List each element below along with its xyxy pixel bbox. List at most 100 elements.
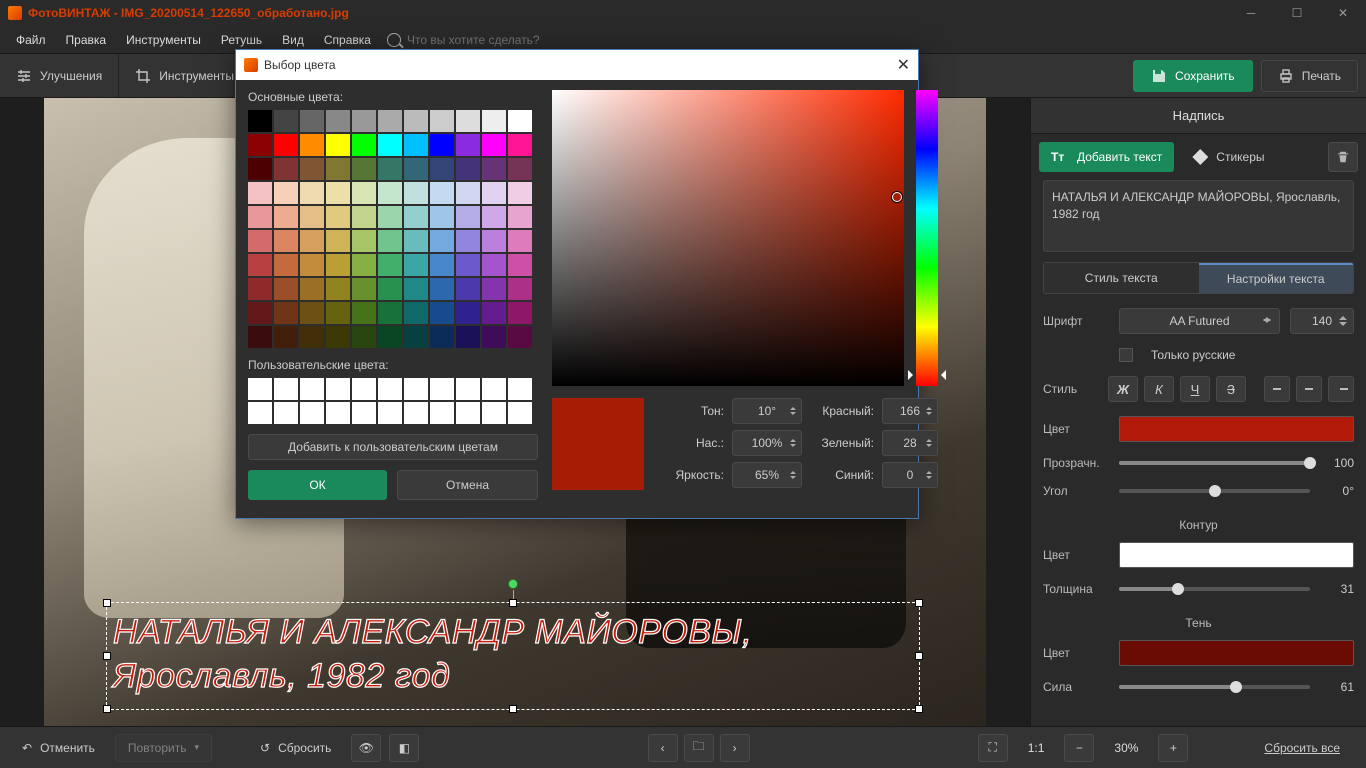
zoom-in[interactable]: + (1158, 734, 1188, 762)
custom-color-slot[interactable] (508, 378, 532, 400)
angle-slider[interactable] (1119, 489, 1310, 493)
color-swatch[interactable] (326, 278, 350, 300)
resize-handle[interactable] (915, 652, 923, 660)
color-swatch[interactable] (248, 326, 272, 348)
prev-image[interactable]: ‹ (648, 734, 678, 762)
window-maximize[interactable]: ☐ (1274, 0, 1320, 26)
color-swatch[interactable] (352, 110, 376, 132)
custom-color-slot[interactable] (352, 378, 376, 400)
color-swatch[interactable] (482, 302, 506, 324)
color-swatch[interactable] (430, 230, 454, 252)
resize-handle[interactable] (509, 599, 517, 607)
color-swatch[interactable] (508, 206, 532, 228)
color-swatch[interactable] (508, 326, 532, 348)
color-swatch[interactable] (482, 206, 506, 228)
caption-text[interactable]: НАТАЛЬЯ И АЛЕКСАНДР МАЙОРОВЫ,Ярославль, … (107, 603, 919, 698)
color-swatch[interactable] (352, 206, 376, 228)
color-swatch[interactable] (326, 206, 350, 228)
sat-input[interactable]: 100% (732, 430, 802, 456)
color-swatch[interactable] (248, 230, 272, 252)
custom-color-slot[interactable] (300, 378, 324, 400)
color-swatch[interactable] (404, 278, 428, 300)
text-input[interactable]: НАТАЛЬЯ И АЛЕКСАНДР МАЙОРОВЫ, Ярославль,… (1043, 180, 1354, 252)
color-swatch[interactable] (248, 254, 272, 276)
rotate-handle[interactable] (508, 579, 518, 589)
color-swatch[interactable] (508, 134, 532, 156)
resize-handle[interactable] (103, 599, 111, 607)
reset-button[interactable]: ↺Сбросить (248, 734, 343, 762)
color-swatch[interactable] (274, 182, 298, 204)
text-bounding-box[interactable]: НАТАЛЬЯ И АЛЕКСАНДР МАЙОРОВЫ,Ярославль, … (106, 602, 920, 710)
color-swatch[interactable] (300, 326, 324, 348)
next-image[interactable]: › (720, 734, 750, 762)
color-swatch[interactable] (508, 302, 532, 324)
cancel-button[interactable]: Отмена (397, 470, 538, 500)
menu-edit[interactable]: Правка (56, 29, 117, 51)
custom-color-slot[interactable] (352, 402, 376, 424)
color-swatch[interactable] (300, 110, 324, 132)
color-swatch[interactable] (404, 326, 428, 348)
custom-color-slot[interactable] (274, 378, 298, 400)
color-swatch[interactable] (430, 254, 454, 276)
color-swatch[interactable] (430, 182, 454, 204)
window-close[interactable]: ✕ (1320, 0, 1366, 26)
zoom-100[interactable]: 1:1 (1016, 734, 1057, 762)
resize-handle[interactable] (915, 705, 923, 713)
custom-color-slot[interactable] (300, 402, 324, 424)
color-swatch[interactable] (482, 158, 506, 180)
color-swatch[interactable] (378, 158, 402, 180)
menu-file[interactable]: Файл (6, 29, 56, 51)
custom-color-slot[interactable] (456, 402, 480, 424)
color-swatch[interactable] (430, 158, 454, 180)
strike-button[interactable]: З (1216, 376, 1246, 402)
color-swatch[interactable] (326, 230, 350, 252)
color-swatch[interactable] (248, 302, 272, 324)
russian-only-checkbox[interactable] (1119, 348, 1133, 362)
custom-color-slot[interactable] (404, 378, 428, 400)
menu-tools[interactable]: Инструменты (116, 29, 211, 51)
color-swatch[interactable] (300, 182, 324, 204)
color-swatch[interactable] (274, 326, 298, 348)
color-swatch[interactable] (430, 302, 454, 324)
custom-color-slot[interactable] (326, 378, 350, 400)
resize-handle[interactable] (509, 705, 517, 713)
color-swatch[interactable] (508, 278, 532, 300)
color-swatch[interactable] (378, 254, 402, 276)
custom-color-slot[interactable] (404, 402, 428, 424)
tab-tools[interactable]: Инструменты (119, 54, 251, 97)
color-swatch[interactable] (378, 182, 402, 204)
color-swatch[interactable] (352, 278, 376, 300)
green-input[interactable]: 28 (882, 430, 938, 456)
tab-text-style[interactable]: Стиль текста (1044, 263, 1199, 293)
custom-color-slot[interactable] (248, 402, 272, 424)
color-swatch[interactable] (456, 302, 480, 324)
color-swatch[interactable] (300, 278, 324, 300)
color-swatch[interactable] (404, 110, 428, 132)
color-swatch[interactable] (274, 254, 298, 276)
color-swatch[interactable] (456, 278, 480, 300)
color-swatch[interactable] (508, 230, 532, 252)
fill-color-box[interactable] (1119, 416, 1354, 442)
resize-handle[interactable] (103, 652, 111, 660)
italic-button[interactable]: К (1144, 376, 1174, 402)
color-swatch[interactable] (508, 182, 532, 204)
color-swatch[interactable] (430, 206, 454, 228)
color-swatch[interactable] (326, 110, 350, 132)
color-swatch[interactable] (300, 230, 324, 252)
menu-retouch[interactable]: Ретушь (211, 29, 272, 51)
color-swatch[interactable] (352, 182, 376, 204)
custom-color-slot[interactable] (430, 378, 454, 400)
custom-color-slot[interactable] (274, 402, 298, 424)
delete-button[interactable] (1328, 142, 1358, 172)
color-swatch[interactable] (404, 206, 428, 228)
outline-color-box[interactable] (1119, 542, 1354, 568)
color-swatch[interactable] (482, 254, 506, 276)
color-swatch[interactable] (456, 254, 480, 276)
color-swatch[interactable] (326, 158, 350, 180)
color-swatch[interactable] (300, 134, 324, 156)
add-custom-color-button[interactable]: Добавить к пользовательским цветам (248, 434, 538, 460)
color-swatch[interactable] (378, 302, 402, 324)
tab-text-settings[interactable]: Настройки текста (1199, 263, 1354, 293)
color-swatch[interactable] (456, 158, 480, 180)
color-swatch[interactable] (456, 134, 480, 156)
